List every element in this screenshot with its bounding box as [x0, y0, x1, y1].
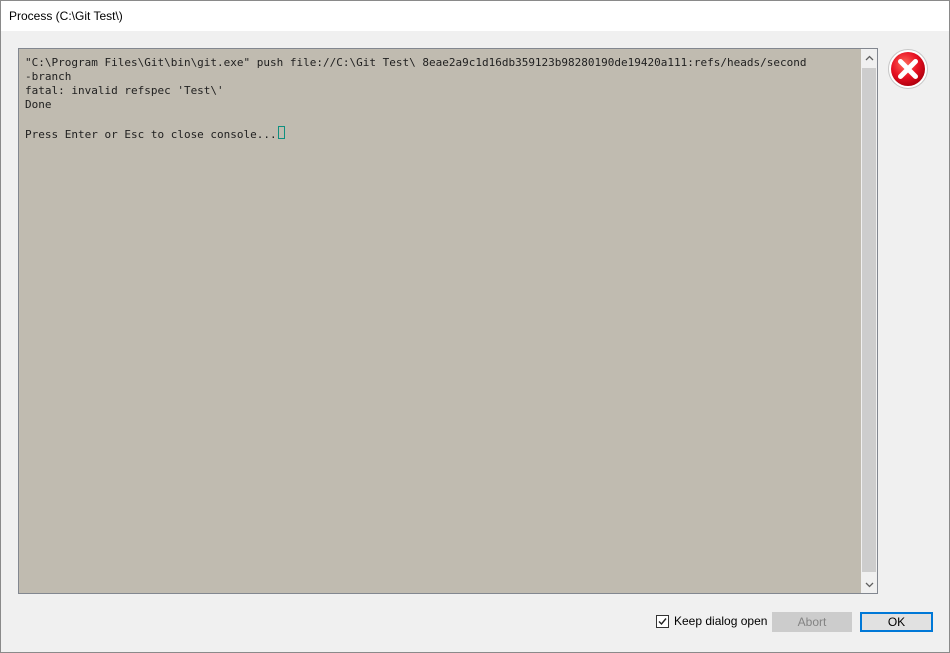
console-line-1: "C:\Program Files\Git\bin\git.exe" push … — [25, 56, 807, 69]
vertical-scrollbar[interactable] — [861, 49, 877, 593]
checkmark-icon — [658, 617, 667, 625]
scroll-up-arrow-icon[interactable] — [861, 49, 877, 66]
scroll-down-arrow-icon[interactable] — [861, 576, 877, 593]
keep-dialog-open-checkbox[interactable]: Keep dialog open — [656, 614, 767, 628]
console-cursor — [277, 126, 285, 139]
console-line-4: Done — [25, 98, 52, 111]
console-output[interactable]: "C:\Program Files\Git\bin\git.exe" push … — [18, 48, 878, 594]
process-dialog: Process (C:\Git Test\) "C:\Program Files… — [0, 0, 950, 653]
keep-dialog-open-label: Keep dialog open — [674, 614, 768, 628]
console-line-2: -branch — [25, 70, 72, 83]
console-text: "C:\Program Files\Git\bin\git.exe" push … — [25, 56, 855, 142]
console-line-3: fatal: invalid refspec 'Test\' — [25, 84, 224, 97]
console-line-6: Press Enter or Esc to close console... — [25, 128, 277, 141]
checkbox-box[interactable] — [656, 614, 669, 628]
window-title: Process (C:\Git Test\) — [9, 9, 123, 23]
error-icon — [887, 48, 929, 90]
scrollbar-thumb[interactable] — [862, 68, 876, 572]
abort-button[interactable]: Abort — [772, 612, 852, 632]
ok-button[interactable]: OK — [860, 612, 933, 632]
title-bar[interactable]: Process (C:\Git Test\) — [1, 1, 949, 31]
